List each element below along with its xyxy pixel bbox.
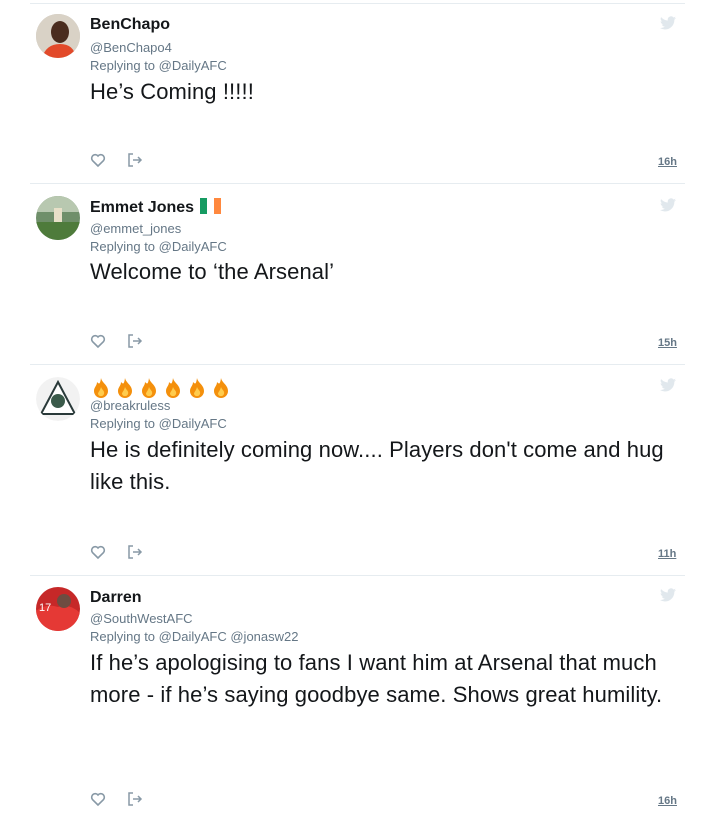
replying-to[interactable]: Replying to @DailyAFC [90,58,227,73]
replying-to[interactable]: Replying to @DailyAFC [90,416,227,431]
svg-text:17: 17 [39,602,51,614]
twitter-bird-icon[interactable] [660,198,676,212]
heart-icon[interactable] [90,152,106,168]
fire-icon [142,378,156,398]
twitter-bird-icon[interactable] [660,588,676,602]
tweet-text: He is definitely coming now.... Players … [90,437,664,494]
fire-icon [166,378,180,398]
share-icon[interactable] [127,544,143,560]
reply-feed: BenChapo @BenChapo4 Replying to @DailyAF… [0,0,720,814]
tweet-text: He’s Coming !!!!! [90,79,254,104]
divider [30,183,685,184]
divider [30,575,685,576]
tweet-text: If he’s apologising to fans I want him a… [90,650,663,707]
timestamp[interactable]: 16h [658,795,677,807]
timestamp[interactable]: 16h [658,156,677,168]
fire-icon [190,378,204,398]
divider [30,364,685,365]
twitter-bird-icon[interactable] [660,16,676,30]
replying-to[interactable]: Replying to @DailyAFC [90,239,227,254]
share-icon[interactable] [127,333,143,349]
twitter-bird-icon[interactable] [660,378,676,392]
replying-to[interactable]: Replying to @DailyAFC @jonasw22 [90,629,298,644]
avatar[interactable]: 17 [36,587,80,631]
user-handle[interactable]: @BenChapo4 [90,40,172,55]
display-name[interactable]: BenChapo [90,16,170,34]
fire-icon [214,378,228,398]
display-name[interactable]: Emmet Jones [90,198,222,217]
user-handle[interactable]: @emmet_jones [90,221,181,236]
share-icon[interactable] [127,791,143,807]
display-name-text: Emmet Jones [90,199,195,216]
share-icon[interactable] [127,152,143,168]
divider [30,3,685,4]
heart-icon[interactable] [90,544,106,560]
avatar[interactable] [36,196,80,240]
user-handle[interactable]: @SouthWestAFC [90,611,193,626]
timestamp[interactable]: 15h [658,337,677,349]
display-name[interactable]: Darren [90,589,142,607]
avatar[interactable] [36,14,80,58]
avatar[interactable] [36,377,80,421]
fire-icon [118,378,132,398]
heart-icon[interactable] [90,791,106,807]
user-handle[interactable]: @breakruless [90,398,170,413]
heart-icon[interactable] [90,333,106,349]
timestamp[interactable]: 11h [658,548,676,560]
ireland-flag-icon [200,198,222,214]
fire-icon [94,378,108,398]
display-name[interactable]: 🔥🔥🔥🔥🔥🔥 [90,377,232,399]
tweet-text: Welcome to ‘the Arsenal’ [90,259,335,284]
